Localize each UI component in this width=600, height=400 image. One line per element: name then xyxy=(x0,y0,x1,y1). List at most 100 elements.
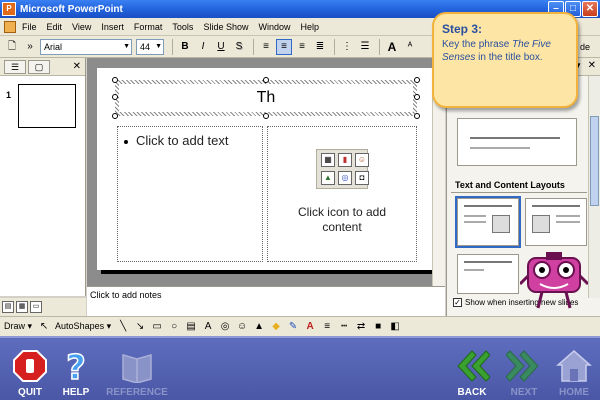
double-chevron-right-icon xyxy=(506,350,539,382)
wordart-icon[interactable]: A xyxy=(202,321,214,333)
rectangle-icon[interactable]: ▭ xyxy=(151,321,163,333)
layout-line xyxy=(464,221,486,223)
arrow-style-icon[interactable]: ⇄ xyxy=(355,321,367,333)
font-size-value: 44 xyxy=(140,41,151,52)
picture-icon[interactable]: ▲ xyxy=(321,170,335,185)
title-text[interactable]: Th xyxy=(257,89,276,107)
title-placeholder[interactable]: Th xyxy=(115,80,417,116)
reference-button[interactable]: REFERENCE xyxy=(102,342,172,398)
text-placeholder[interactable]: Click to add text xyxy=(117,126,263,262)
resize-handle[interactable] xyxy=(414,94,420,100)
bold-button[interactable]: B xyxy=(177,39,193,55)
resize-handle[interactable] xyxy=(414,113,420,119)
clip-art-icon[interactable]: ☺ xyxy=(355,153,369,167)
toolbar-options-icon[interactable]: » xyxy=(22,39,38,55)
help-button[interactable]: ? HELP xyxy=(46,342,106,398)
fill-color-icon[interactable]: ◆ xyxy=(270,321,282,333)
layout-title-text-content[interactable] xyxy=(455,196,521,248)
media-clip-icon[interactable]: ◘ xyxy=(355,170,369,185)
layout-title-only[interactable] xyxy=(457,118,577,166)
menu-edit[interactable]: Edit xyxy=(47,22,63,32)
select-arrow-icon[interactable]: ↖ xyxy=(38,321,50,333)
align-right-icon[interactable]: ≡ xyxy=(294,39,310,55)
diagram-icon[interactable]: ◎ xyxy=(219,321,231,333)
resize-handle[interactable] xyxy=(414,77,420,83)
font-name-combo[interactable]: Arial ▼ xyxy=(40,38,132,55)
shrink-font-icon[interactable]: ᴬ xyxy=(402,39,418,55)
dash-style-icon[interactable]: ┅ xyxy=(338,321,350,333)
house-icon xyxy=(556,350,592,382)
chevron-down-icon: ▼ xyxy=(155,42,162,50)
layout-title-content-text[interactable] xyxy=(525,198,587,246)
draw-menu-button[interactable]: Draw ▾ xyxy=(4,321,32,332)
new-document-icon[interactable]: 🗋 xyxy=(4,39,20,55)
shadow-style-icon[interactable]: ■ xyxy=(372,321,384,333)
layout-line xyxy=(556,221,580,223)
menu-slide-show[interactable]: Slide Show xyxy=(203,22,248,32)
chart-icon[interactable]: ▮ xyxy=(338,153,352,167)
line-icon[interactable]: ╲ xyxy=(117,321,129,333)
close-icon[interactable]: ✕ xyxy=(73,61,81,72)
slide-thumbnail[interactable] xyxy=(18,84,76,128)
font-color-icon[interactable]: A xyxy=(304,321,316,333)
menu-tools[interactable]: Tools xyxy=(172,22,193,32)
line-color-icon[interactable]: ✎ xyxy=(287,321,299,333)
tab-outline[interactable]: ☰ xyxy=(4,59,26,74)
italic-button[interactable]: I xyxy=(195,39,211,55)
menu-insert[interactable]: Insert xyxy=(101,22,124,32)
resize-handle[interactable] xyxy=(112,77,118,83)
clip-art-icon[interactable]: ☺ xyxy=(236,321,248,333)
document-icon[interactable] xyxy=(4,20,16,33)
justify-icon[interactable]: ≣ xyxy=(312,39,328,55)
table-icon[interactable]: ▦ xyxy=(321,153,335,167)
slide-sorter-icon[interactable]: ▦ xyxy=(16,301,28,313)
oval-icon[interactable]: ○ xyxy=(168,321,180,333)
layout-text-two-content[interactable] xyxy=(457,254,519,294)
arrow-icon[interactable]: ↘ xyxy=(134,321,146,333)
3d-style-icon[interactable]: ◧ xyxy=(389,321,401,333)
scrollbar-thumb[interactable] xyxy=(590,116,599,206)
toolbar-separator xyxy=(334,38,335,55)
notes-pane[interactable]: Click to add notes xyxy=(87,286,445,316)
align-left-icon[interactable]: ≡ xyxy=(258,39,274,55)
numbered-list-icon[interactable]: ⋮ xyxy=(339,39,355,55)
resize-handle[interactable] xyxy=(263,77,269,83)
layout-line xyxy=(464,269,484,271)
powerpoint-app-icon: P xyxy=(2,2,16,16)
line-style-icon[interactable]: ≡ xyxy=(321,321,333,333)
question-mark-icon: ? xyxy=(65,349,86,383)
content-placeholder[interactable]: ▦ ▮ ☺ ▲ ◎ ◘ Click icon to add content xyxy=(267,126,417,262)
menu-file[interactable]: File xyxy=(22,22,37,32)
menu-help[interactable]: Help xyxy=(300,22,319,32)
close-button[interactable]: ✕ xyxy=(582,1,598,17)
font-size-combo[interactable]: 44 ▼ xyxy=(136,38,164,55)
book-icon xyxy=(122,354,152,383)
diagram-icon[interactable]: ◎ xyxy=(338,170,352,185)
step-text-after: in the title box. xyxy=(475,52,543,63)
resize-handle[interactable] xyxy=(263,113,269,119)
autoshapes-button[interactable]: AutoShapes ▾ xyxy=(55,321,111,332)
underline-button[interactable]: U xyxy=(213,39,229,55)
slides-outline-panel: ☰ ▢ ✕ 1 xyxy=(0,58,86,296)
tab-slides[interactable]: ▢ xyxy=(28,59,50,74)
shadow-button[interactable]: S xyxy=(231,39,247,55)
resize-handle[interactable] xyxy=(112,113,118,119)
back-button[interactable]: BACK xyxy=(442,342,502,398)
normal-view-icon[interactable]: ▤ xyxy=(2,301,14,313)
slide-show-icon[interactable]: ▭ xyxy=(30,301,42,313)
home-button[interactable]: HOME xyxy=(544,342,600,398)
menu-view[interactable]: View xyxy=(72,22,91,32)
grow-font-button[interactable]: A xyxy=(384,39,400,55)
bullet-list-icon[interactable]: ☰ xyxy=(357,39,373,55)
align-center-icon[interactable]: ≡ xyxy=(276,38,292,55)
checkbox-checked-icon[interactable]: ✓ xyxy=(453,298,462,307)
close-icon[interactable]: ✕ xyxy=(588,60,596,71)
step-text-before: Key the phrase xyxy=(442,39,513,50)
menu-window[interactable]: Window xyxy=(258,22,290,32)
menu-format[interactable]: Format xyxy=(134,22,163,32)
resize-handle[interactable] xyxy=(112,94,118,100)
task-pane-scrollbar[interactable] xyxy=(588,76,600,298)
textbox-icon[interactable]: ▤ xyxy=(185,321,197,333)
design-button-label[interactable]: de xyxy=(580,42,590,52)
picture-icon[interactable]: ▲ xyxy=(253,321,265,333)
